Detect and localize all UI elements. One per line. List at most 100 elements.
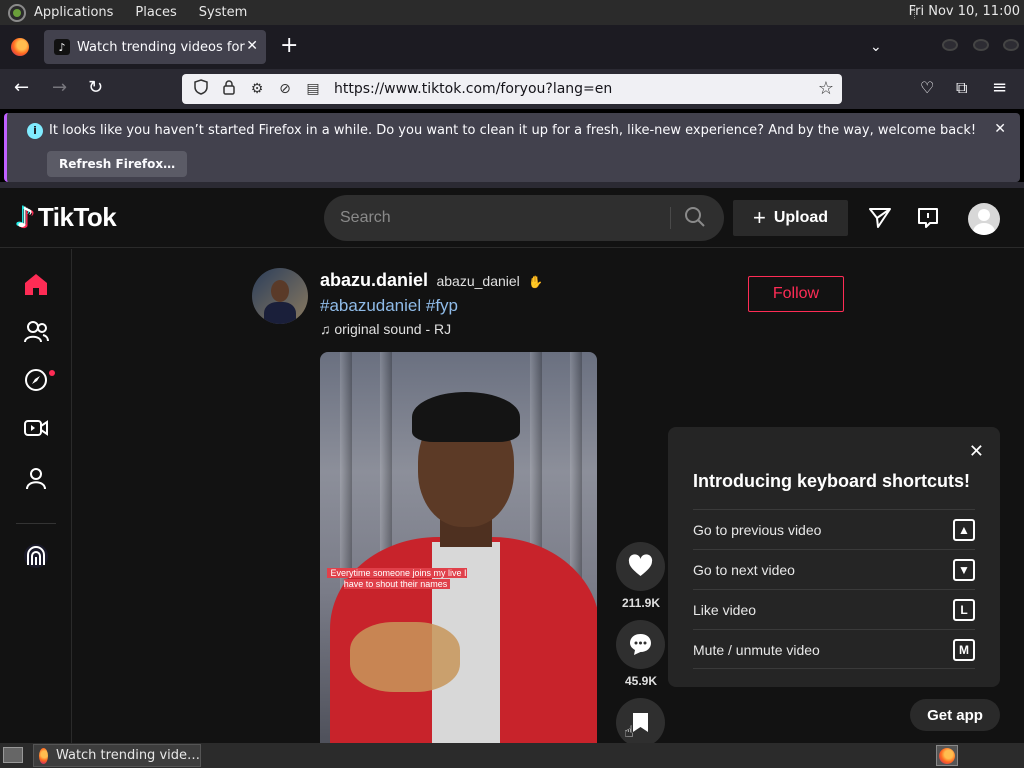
forward-arrow-icon[interactable]: → (52, 78, 67, 98)
info-icon: i (27, 123, 43, 139)
search-divider (670, 207, 671, 229)
profile-icon[interactable] (23, 465, 49, 491)
inbox-icon[interactable] (916, 206, 940, 230)
following-icon[interactable] (23, 319, 49, 345)
music-note-icon: ♫ (320, 321, 335, 337)
tab-close-icon[interactable]: ✕ (246, 38, 258, 54)
bottom-taskbar: Watch trending vide… (0, 743, 1024, 768)
profile-avatar[interactable] (968, 203, 1000, 235)
firefox-workspace-icon (939, 748, 955, 764)
explore-compass-icon[interactable] (23, 367, 49, 393)
system-top-panel: Applications Places System Fri Nov 10, 1… (0, 0, 1024, 25)
refresh-notification-bar: i It looks like you haven’t started Fire… (4, 113, 1020, 182)
creator-tools-icon[interactable] (23, 543, 49, 569)
hashtags[interactable]: #abazudaniel #fyp (320, 296, 458, 316)
tracking-shield-icon[interactable] (192, 79, 210, 99)
extensions-icon[interactable]: ⧉ (956, 78, 967, 98)
l-key-icon: L (953, 599, 975, 621)
messages-send-icon[interactable] (868, 206, 892, 230)
tab-title: Watch trending videos for y (77, 39, 245, 55)
tab-list-chevron-icon[interactable]: ⌄ (870, 39, 882, 55)
shortcut-label: Like video (693, 602, 757, 618)
url-text: https://www.tiktok.com/foryou?lang=en (334, 81, 613, 97)
tiktok-page: ♪ TikTok Search + Upload abazu.daniel ab… (0, 188, 1024, 743)
popup-bottom-divider (693, 668, 975, 669)
browser-tab[interactable]: ♪ Watch trending videos for y ✕ (44, 30, 266, 64)
video-player[interactable]: Everytime someone joins my live I have t… (320, 352, 597, 743)
popup-close-icon[interactable]: ✕ (969, 441, 984, 462)
back-arrow-icon[interactable]: ← (14, 78, 29, 98)
follow-button[interactable]: Follow (748, 276, 844, 312)
m-key-icon: M (953, 639, 975, 661)
upload-label: Upload (773, 209, 829, 226)
avatar-body (264, 302, 296, 324)
clock[interactable]: Fri Nov 10, 11:00 (909, 4, 1020, 19)
comment-button[interactable] (616, 620, 665, 669)
arrow-down-key-icon: ▼ (953, 559, 975, 581)
new-tab-button[interactable]: + (280, 35, 298, 57)
badge-icon: ✋ (528, 275, 544, 289)
heart-icon (628, 554, 653, 576)
url-bar[interactable]: ⚙ ⊘ ▤ https://www.tiktok.com/foryou?lang… (182, 74, 842, 104)
tiktok-header: ♪ TikTok Search + Upload (0, 188, 1024, 248)
explore-notification-dot (49, 370, 55, 376)
get-app-button[interactable]: Get app (910, 699, 1000, 731)
search-icon[interactable] (684, 206, 706, 228)
pocket-icon[interactable]: ♡ (920, 78, 934, 98)
creator-avatar[interactable] (252, 268, 308, 324)
plus-icon: + (752, 205, 766, 230)
sound-name: original sound - RJ (334, 321, 452, 337)
workspace-switcher[interactable] (936, 745, 958, 766)
firefox-view-icon[interactable] (11, 38, 29, 56)
places-menu[interactable]: Places (135, 5, 176, 20)
applications-menu[interactable]: Applications (34, 5, 113, 20)
keyboard-shortcuts-popup: ✕ Introducing keyboard shortcuts! Go to … (668, 427, 1000, 687)
video-hand (350, 622, 460, 692)
sound-link[interactable]: ♫ original sound - RJ (320, 321, 451, 337)
shortcut-row: Mute / unmute video M (693, 629, 975, 669)
hamburger-menu-icon[interactable]: ≡ (992, 78, 1007, 98)
notification-close-icon[interactable]: ✕ (994, 121, 1006, 137)
reader-view-icon[interactable]: ▤ (304, 81, 322, 97)
shortcut-label: Go to next video (693, 562, 795, 578)
autoplay-blocked-icon[interactable]: ⊘ (276, 81, 294, 97)
shortcut-label: Mute / unmute video (693, 642, 820, 658)
lock-icon[interactable] (220, 79, 238, 99)
show-desktop-icon[interactable] (3, 747, 23, 763)
username[interactable]: abazu.daniel (320, 270, 428, 290)
like-count: 211.9K (621, 596, 661, 610)
search-input[interactable]: Search (340, 209, 391, 227)
taskbar-window-button[interactable]: Watch trending vide… (33, 744, 201, 767)
shortcut-label: Go to previous video (693, 522, 822, 538)
search-box[interactable]: Search (324, 195, 724, 241)
navigation-toolbar: ← → ↻ ⚙ ⊘ ▤ https://www.tiktok.com/foryo… (0, 69, 1024, 109)
handle[interactable]: abazu_daniel (436, 273, 519, 289)
tiktok-sidebar (0, 249, 72, 743)
home-icon[interactable] (23, 271, 49, 297)
firefox-icon (39, 747, 48, 764)
comment-count: 45.9K (624, 674, 658, 688)
comment-icon (630, 634, 651, 655)
gnome-foot-icon[interactable] (8, 3, 26, 22)
notification-message: It looks like you haven’t started Firefo… (49, 123, 977, 138)
permissions-icon[interactable]: ⚙ (248, 81, 266, 97)
shortcut-row: Like video L (693, 589, 975, 629)
live-video-icon[interactable] (23, 415, 49, 441)
maximize-button[interactable] (973, 39, 989, 51)
close-window-button[interactable] (1003, 39, 1019, 51)
avatar-face (271, 280, 289, 302)
reload-icon[interactable]: ↻ (88, 78, 103, 98)
bookmark-star-icon[interactable]: ☆ (818, 78, 834, 99)
post-author[interactable]: abazu.daniel abazu_daniel ✋ (320, 270, 543, 291)
system-menu[interactable]: System (199, 5, 247, 20)
minimize-button[interactable] (942, 39, 958, 51)
tiktok-favicon-icon: ♪ (54, 39, 70, 55)
upload-button[interactable]: + Upload (733, 200, 848, 236)
shortcut-row: Go to previous video ▲ (693, 509, 975, 549)
tiktok-logo[interactable]: ♪ TikTok (16, 202, 117, 233)
like-button[interactable] (616, 542, 665, 591)
arrow-up-key-icon: ▲ (953, 519, 975, 541)
refresh-firefox-button[interactable]: Refresh Firefox… (47, 151, 188, 177)
video-caption: Everytime someone joins my live I have t… (326, 568, 468, 590)
popup-title: Introducing keyboard shortcuts! (693, 471, 971, 491)
